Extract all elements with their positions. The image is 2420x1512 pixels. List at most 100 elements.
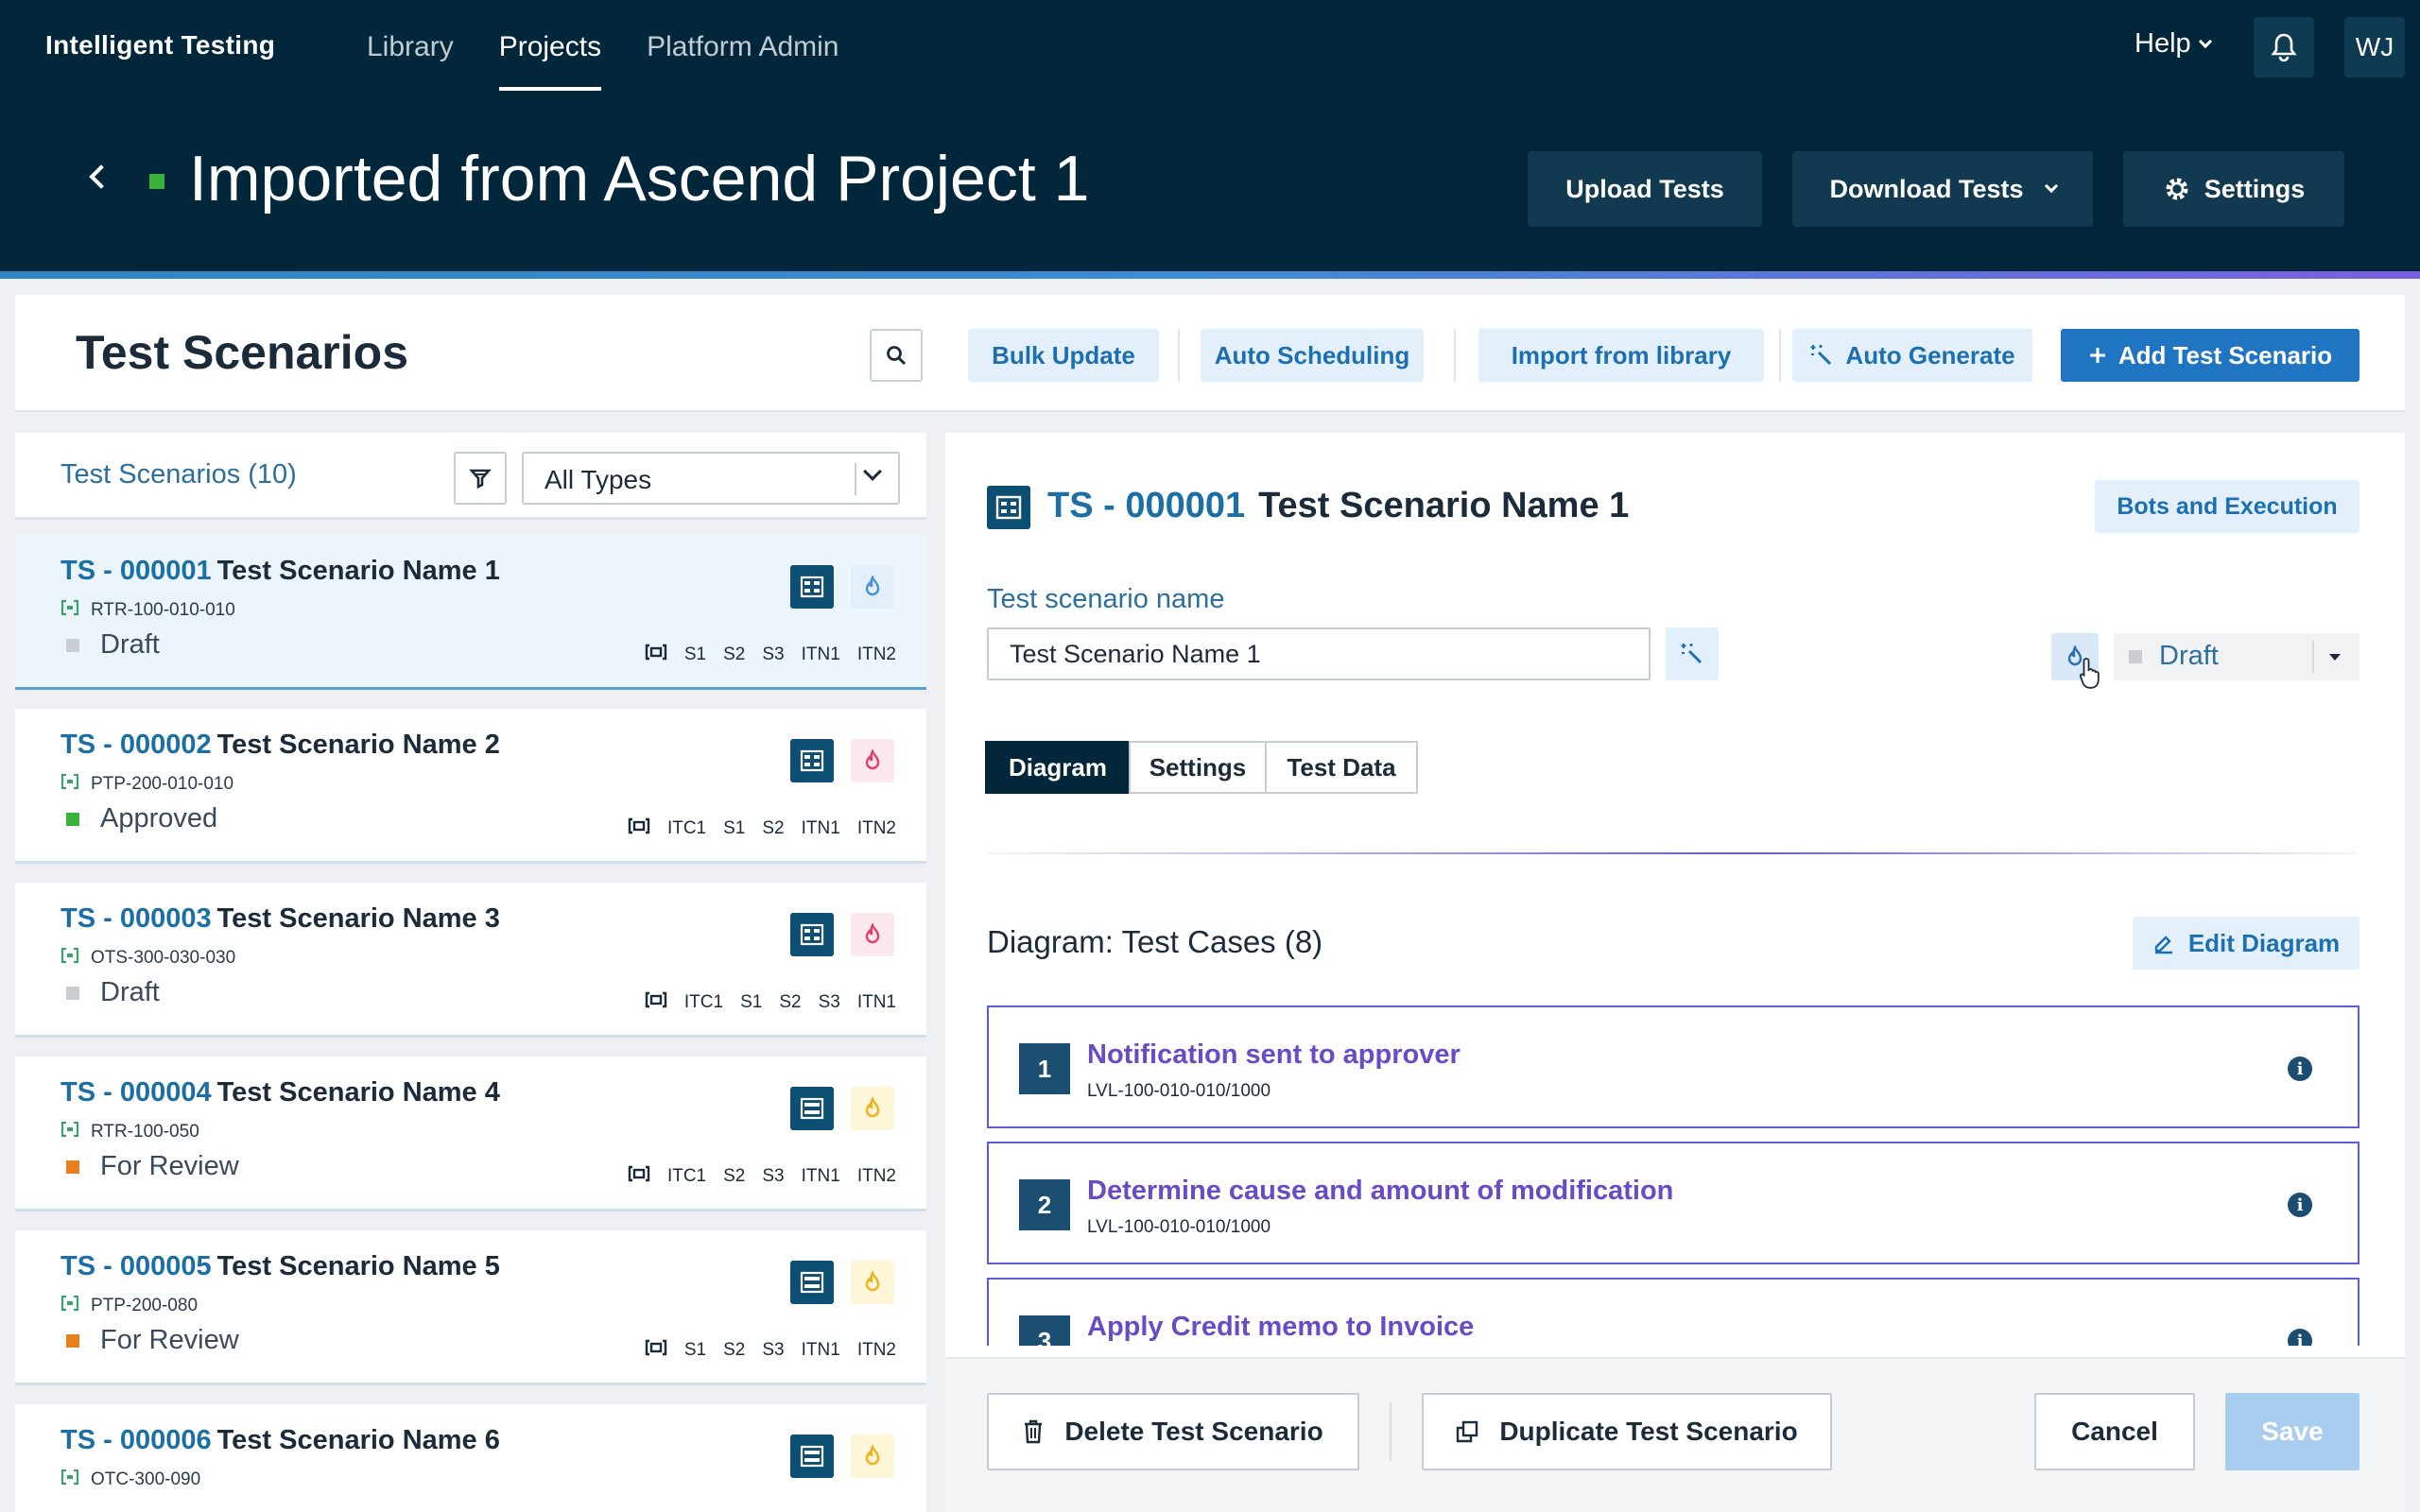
diagram-type-icon — [790, 739, 834, 782]
diagram-type-icon — [790, 913, 834, 956]
flame-icon — [851, 1435, 894, 1478]
scenario-name: Test Scenario Name 1 — [216, 556, 500, 586]
search-button[interactable] — [870, 329, 923, 382]
scenario-name: Test Scenario Name 5 — [216, 1251, 500, 1281]
status-value: Draft — [2159, 641, 2219, 671]
scenario-card[interactable]: TS - 000004 Test Scenario Name 4 RTR-100-0… — [15, 1057, 926, 1211]
diagram-type-icon — [987, 486, 1030, 529]
scenario-id: TS - 000003 — [60, 903, 212, 934]
scenario-id: TS - 000001 — [1047, 486, 1246, 525]
scenario-tag: S3 — [762, 1166, 785, 1186]
scenario-code-text: PTP-200-010-010 — [91, 774, 234, 794]
test-case-item[interactable]: 2 Determine cause and amount of modificat… — [987, 1142, 2360, 1264]
nav-projects[interactable]: Projects — [498, 0, 602, 94]
status-indicator — [66, 1160, 79, 1174]
scenario-code: OTC-300-090 — [60, 1469, 200, 1491]
scenario-code: OTS-300-030-030 — [60, 947, 235, 970]
status-label: Approved — [100, 803, 218, 833]
scenario-tag: ITN2 — [856, 818, 896, 838]
auto-scheduling-button[interactable]: Auto Scheduling — [1201, 329, 1424, 382]
project-status-indicator — [149, 174, 164, 189]
cancel-button[interactable]: Cancel — [2034, 1393, 2195, 1470]
process-code-icon — [60, 947, 79, 970]
status-indicator — [66, 812, 79, 826]
edit-diagram-button[interactable]: Edit Diagram — [2133, 917, 2360, 970]
tab-diagram[interactable]: Diagram — [985, 741, 1131, 794]
nav-library[interactable]: Library — [367, 0, 454, 94]
bulk-update-button[interactable]: Bulk Update — [968, 329, 1159, 382]
scenario-tag: S2 — [779, 992, 802, 1012]
status-select[interactable]: Draft — [2114, 633, 2360, 680]
scenario-tags: ITC1 S1 S2 S3 ITN1 — [645, 990, 896, 1015]
status-indicator — [66, 986, 79, 1000]
scenario-name-label: Test scenario name — [987, 584, 1225, 614]
add-test-scenario-button[interactable]: Add Test Scenario — [2061, 329, 2360, 382]
scope-icon — [645, 1338, 667, 1363]
scenario-id: TS - 000006 — [60, 1425, 212, 1455]
list-type-icon — [790, 1435, 834, 1478]
list-type-icon — [790, 1087, 834, 1130]
scenario-tag: ITN1 — [801, 1340, 840, 1360]
section-divider — [987, 852, 2358, 854]
scenario-card[interactable]: TS - 000006 Test Scenario Name 6 OTC-300-0… — [15, 1404, 926, 1512]
scenario-tag: ITC1 — [683, 992, 724, 1012]
test-case-code: LVL-100-010-010/1000 — [1087, 1217, 1271, 1237]
chevron-down-icon — [863, 462, 882, 481]
scenario-code: RTR-100-010-010 — [60, 599, 235, 622]
save-button[interactable]: Save — [2225, 1393, 2360, 1470]
scenario-card[interactable]: TS - 000001 Test Scenario Name 1 RTR-100-0… — [15, 535, 926, 690]
scenario-name-input[interactable]: Test Scenario Name 1 — [987, 627, 1651, 680]
import-from-library-button[interactable]: Import from library — [1478, 329, 1764, 382]
help-label: Help — [2135, 28, 2191, 59]
info-icon[interactable]: i — [2288, 1057, 2312, 1081]
filter-button[interactable] — [454, 452, 507, 505]
auto-generate-label: Auto Generate — [1845, 340, 2015, 369]
bots-and-execution-button[interactable]: Bots and Execution — [2095, 480, 2360, 533]
scenario-tag: ITN1 — [801, 644, 840, 664]
scenario-card[interactable]: TS - 000003 Test Scenario Name 3 OTS-300-0… — [15, 883, 926, 1038]
settings-label: Settings — [2204, 174, 2306, 203]
auto-name-button[interactable] — [1666, 627, 1719, 680]
tab-test-data[interactable]: Test Data — [1265, 741, 1418, 794]
scenario-title: TS - 000004 Test Scenario Name 4 — [60, 1077, 500, 1108]
scenario-title: TS - 000001 Test Scenario Name 1 — [60, 556, 500, 587]
auto-generate-button[interactable]: Auto Generate — [1792, 329, 2032, 382]
type-filter-select[interactable]: All Types — [522, 452, 900, 505]
nav-platform-admin[interactable]: Platform Admin — [647, 0, 838, 94]
scenario-title: TS - 000003 Test Scenario Name 3 — [60, 903, 500, 935]
scope-icon — [645, 990, 667, 1015]
edit-diagram-label: Edit Diagram — [2187, 928, 2341, 957]
select-divider — [855, 463, 856, 495]
project-settings-button[interactable]: Settings — [2123, 151, 2344, 227]
duplicate-test-scenario-button[interactable]: Duplicate Test Scenario — [1422, 1393, 1832, 1470]
info-icon[interactable]: i — [2288, 1329, 2312, 1346]
test-case-item[interactable]: 3 Apply Credit memo to Invoice i — [987, 1278, 2360, 1346]
scenario-tag: S1 — [683, 1340, 707, 1360]
app-brand[interactable]: Intelligent Testing — [45, 30, 275, 60]
notifications-button[interactable] — [2254, 17, 2314, 77]
scenario-status: Approved — [66, 803, 217, 834]
scenario-name: Test Scenario Name 2 — [216, 730, 500, 760]
scenario-tag: S2 — [723, 1166, 746, 1186]
page-title: Test Scenarios — [76, 326, 409, 379]
scenario-status: Draft — [66, 629, 160, 661]
user-avatar[interactable]: WJ — [2344, 17, 2405, 77]
scenario-card[interactable]: TS - 000005 Test Scenario Name 5 PTP-200-0… — [15, 1230, 926, 1385]
scenario-tag: S1 — [740, 992, 763, 1012]
diagram-type-icon — [790, 565, 834, 609]
upload-tests-button[interactable]: Upload Tests — [1528, 151, 1762, 227]
download-tests-label: Download Tests — [1829, 174, 2024, 203]
scenario-tag: S3 — [818, 992, 840, 1012]
test-case-item[interactable]: 1 Notification sent to approver LVL-100-01… — [987, 1005, 2360, 1128]
delete-test-scenario-button[interactable]: Delete Test Scenario — [987, 1393, 1359, 1470]
download-tests-button[interactable]: Download Tests — [1792, 151, 2093, 227]
tab-settings[interactable]: Settings — [1129, 741, 1267, 794]
scenario-card[interactable]: TS - 000002 Test Scenario Name 2 PTP-200-0… — [15, 709, 926, 864]
help-menu[interactable]: Help — [2135, 28, 2212, 60]
test-case-title: Apply Credit memo to Invoice — [1087, 1312, 1475, 1342]
process-code-icon — [60, 1121, 79, 1143]
status-label: For Review — [100, 1151, 239, 1181]
upload-tests-label: Upload Tests — [1565, 174, 1724, 203]
info-icon[interactable]: i — [2288, 1193, 2312, 1217]
scenario-title: TS - 000005 Test Scenario Name 5 — [60, 1251, 500, 1282]
